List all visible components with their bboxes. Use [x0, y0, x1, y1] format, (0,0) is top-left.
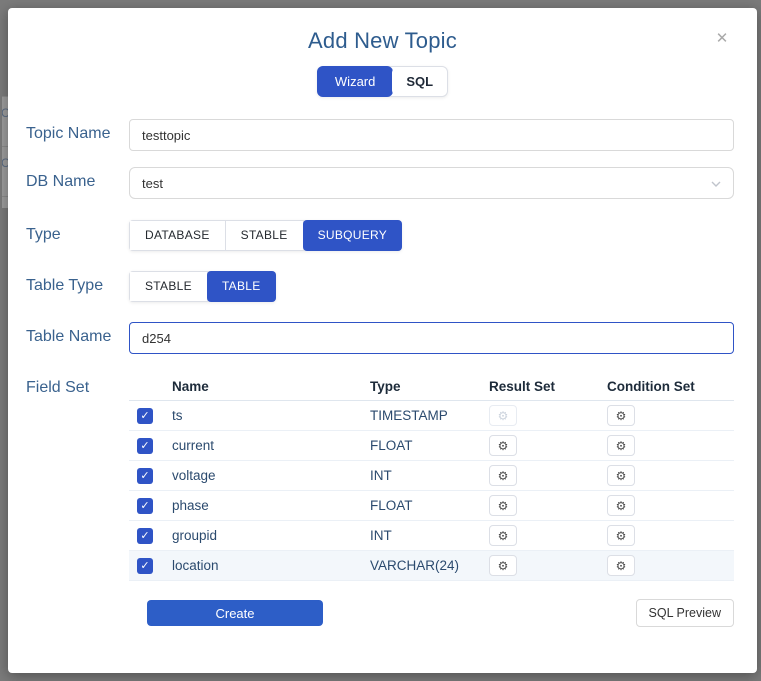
dialog-title: Add New Topic — [8, 28, 757, 54]
table-type-row: Table Type STABLE TABLE — [8, 271, 757, 302]
type-option-subquery[interactable]: SUBQUERY — [303, 220, 403, 251]
add-new-topic-dialog: Add New Topic ✕ Wizard SQL Topic Name DB… — [8, 8, 757, 673]
field-name: location — [172, 558, 370, 573]
field-name: ts — [172, 408, 370, 423]
check-icon: ✓ — [140, 530, 149, 542]
field-name: phase — [172, 498, 370, 513]
topic-name-input[interactable] — [129, 119, 734, 151]
column-header-type: Type — [370, 379, 489, 394]
condition-set-gear-button[interactable]: ⚙ — [607, 495, 635, 516]
topic-name-row: Topic Name — [8, 119, 757, 151]
table-type-option-table[interactable]: TABLE — [207, 271, 276, 302]
table-row: ✓ current FLOAT ⚙ ⚙ — [129, 431, 734, 461]
gear-icon: ⚙ — [616, 560, 627, 572]
condition-set-gear-button[interactable]: ⚙ — [607, 555, 635, 576]
field-checkbox[interactable]: ✓ — [137, 468, 153, 484]
field-name: voltage — [172, 468, 370, 483]
gear-icon: ⚙ — [616, 500, 627, 512]
type-option-stable[interactable]: STABLE — [226, 221, 304, 250]
check-icon: ✓ — [140, 470, 149, 482]
field-type: INT — [370, 528, 489, 543]
mode-toggle: Wizard SQL — [317, 66, 448, 97]
field-set-table-header: Name Type Result Set Condition Set — [129, 373, 734, 401]
tab-sql[interactable]: SQL — [392, 67, 447, 96]
dialog-actions: Create SQL Preview — [147, 599, 734, 627]
sql-preview-button[interactable]: SQL Preview — [636, 599, 734, 627]
result-set-gear-button[interactable]: ⚙ — [489, 465, 517, 486]
field-set-label: Field Set — [8, 373, 129, 397]
result-set-gear-button[interactable]: ⚙ — [489, 495, 517, 516]
condition-set-gear-button[interactable]: ⚙ — [607, 405, 635, 426]
tab-wizard[interactable]: Wizard — [317, 66, 393, 97]
type-row: Type DATABASE STABLE SUBQUERY — [8, 220, 757, 251]
field-checkbox[interactable]: ✓ — [137, 408, 153, 424]
result-set-gear-button[interactable]: ⚙ — [489, 525, 517, 546]
db-name-select[interactable]: test — [129, 167, 734, 199]
field-checkbox[interactable]: ✓ — [137, 528, 153, 544]
column-header-condition-set: Condition Set — [607, 379, 734, 394]
gear-icon: ⚙ — [498, 500, 509, 512]
table-type-option-stable[interactable]: STABLE — [130, 272, 208, 301]
gear-icon: ⚙ — [616, 470, 627, 482]
field-type: VARCHAR(24) — [370, 558, 489, 573]
table-type-label: Table Type — [8, 271, 129, 295]
gear-icon: ⚙ — [498, 470, 509, 482]
gear-icon: ⚙ — [498, 560, 509, 572]
field-type: FLOAT — [370, 498, 489, 513]
field-set-row: Field Set Name Type Result Set Condition… — [8, 373, 757, 581]
table-type-segmented-control: STABLE TABLE — [129, 271, 276, 302]
condition-set-gear-button[interactable]: ⚙ — [607, 465, 635, 486]
close-icon[interactable]: ✕ — [713, 30, 731, 48]
condition-set-gear-button[interactable]: ⚙ — [607, 525, 635, 546]
table-row: ✓ groupid INT ⚙ ⚙ — [129, 521, 734, 551]
table-name-label: Table Name — [8, 322, 129, 346]
field-checkbox[interactable]: ✓ — [137, 438, 153, 454]
result-set-gear-button[interactable]: ⚙ — [489, 435, 517, 456]
table-row: ✓ phase FLOAT ⚙ ⚙ — [129, 491, 734, 521]
check-icon: ✓ — [140, 440, 149, 452]
result-set-gear-button[interactable]: ⚙ — [489, 405, 517, 426]
gear-icon: ⚙ — [498, 410, 509, 422]
gear-icon: ⚙ — [498, 440, 509, 452]
type-label: Type — [8, 220, 129, 244]
field-type: TIMESTAMP — [370, 408, 489, 423]
db-name-selected-value: test — [142, 176, 163, 191]
column-header-result-set: Result Set — [489, 379, 607, 394]
table-row: ✓ ts TIMESTAMP ⚙ ⚙ — [129, 401, 734, 431]
create-button[interactable]: Create — [147, 600, 323, 626]
field-checkbox[interactable]: ✓ — [137, 558, 153, 574]
db-name-row: DB Name test — [8, 167, 757, 199]
table-row: ✓ voltage INT ⚙ ⚙ — [129, 461, 734, 491]
gear-icon: ⚙ — [616, 530, 627, 542]
type-segmented-control: DATABASE STABLE SUBQUERY — [129, 220, 402, 251]
topic-name-label: Topic Name — [8, 119, 129, 143]
field-name: groupid — [172, 528, 370, 543]
gear-icon: ⚙ — [498, 530, 509, 542]
field-type: INT — [370, 468, 489, 483]
condition-set-gear-button[interactable]: ⚙ — [607, 435, 635, 456]
gear-icon: ⚙ — [616, 410, 627, 422]
check-icon: ✓ — [140, 560, 149, 572]
field-checkbox[interactable]: ✓ — [137, 498, 153, 514]
table-name-row: Table Name — [8, 322, 757, 354]
table-name-input[interactable] — [129, 322, 734, 354]
check-icon: ✓ — [140, 410, 149, 422]
result-set-gear-button[interactable]: ⚙ — [489, 555, 517, 576]
check-icon: ✓ — [140, 500, 149, 512]
column-header-name: Name — [172, 379, 370, 394]
table-row: ✓ location VARCHAR(24) ⚙ ⚙ — [129, 551, 734, 581]
field-set-table: Name Type Result Set Condition Set ✓ ts … — [129, 373, 734, 581]
gear-icon: ⚙ — [616, 440, 627, 452]
field-type: FLOAT — [370, 438, 489, 453]
field-name: current — [172, 438, 370, 453]
db-name-label: DB Name — [8, 167, 129, 191]
type-option-database[interactable]: DATABASE — [130, 221, 226, 250]
